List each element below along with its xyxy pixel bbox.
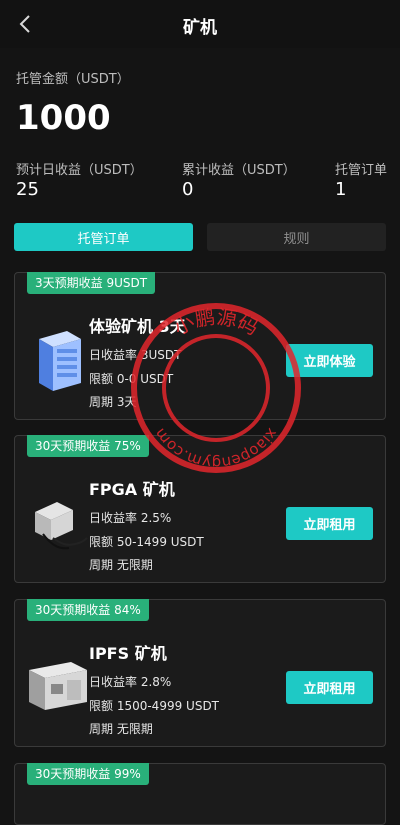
orders-value: 1	[335, 179, 347, 200]
orders-label: 托管订单	[335, 163, 388, 178]
miner-name: 体验矿机 3天	[89, 317, 186, 336]
daily-rate: 日收益率 2.8%	[89, 675, 172, 689]
top-bar: 矿机	[0, 0, 400, 48]
limit: 限额 50-1499 USDT	[89, 535, 204, 549]
cumulative-income-value: 0	[182, 179, 194, 200]
period: 周期 无限期	[89, 722, 153, 736]
miner-name: FPGA 矿机	[89, 480, 175, 499]
total-value: 1000	[16, 98, 111, 138]
miner-card-4: 30天预期收益 99%	[14, 763, 386, 825]
tab-hosted-orders[interactable]: 托管订单	[14, 223, 193, 251]
daily-rate: 日收益率 2.5%	[89, 511, 172, 525]
cumulative-income-label: 累计收益（USDT）	[182, 163, 296, 178]
fpga-miner-icon	[31, 494, 88, 564]
page-title: 矿机	[183, 18, 217, 38]
tab-rules[interactable]: 规则	[207, 223, 386, 251]
period: 周期 无限期	[89, 558, 153, 572]
daily-income-label: 预计日收益（USDT）	[16, 163, 143, 178]
daily-rate: 日收益率 3USDT	[89, 348, 182, 362]
expected-income-badge: 3天预期收益 9USDT	[27, 272, 156, 294]
server-rack-icon	[31, 325, 87, 395]
miner-card-fpga: 30天预期收益 75% FPGA 矿机 日收益率 2.5% 限额 50-1499…	[14, 435, 386, 583]
ipfs-miner-icon	[27, 656, 87, 726]
try-now-button[interactable]: 立即体验	[286, 344, 373, 377]
expected-income-badge: 30天预期收益 75%	[27, 435, 149, 457]
daily-income-value: 25	[16, 179, 39, 200]
limit: 限额 0-0 USDT	[89, 372, 174, 386]
rent-now-button[interactable]: 立即租用	[286, 671, 373, 704]
period: 周期 3天	[89, 395, 137, 409]
expected-income-badge: 30天预期收益 99%	[27, 763, 149, 785]
total-label: 托管金额（USDT）	[16, 72, 130, 87]
miner-card-ipfs: 30天预期收益 84% IPFS 矿机 日收益率 2.8% 限额 1500-49…	[14, 599, 386, 747]
rent-now-button[interactable]: 立即租用	[286, 507, 373, 540]
expected-income-badge: 30天预期收益 84%	[27, 599, 149, 621]
limit: 限额 1500-4999 USDT	[89, 699, 220, 713]
miner-name: IPFS 矿机	[89, 644, 167, 663]
miner-card-trial: 3天预期收益 9USDT 体验矿机 3天 日收益率 3USDT 限额 0-0 U…	[14, 272, 386, 420]
